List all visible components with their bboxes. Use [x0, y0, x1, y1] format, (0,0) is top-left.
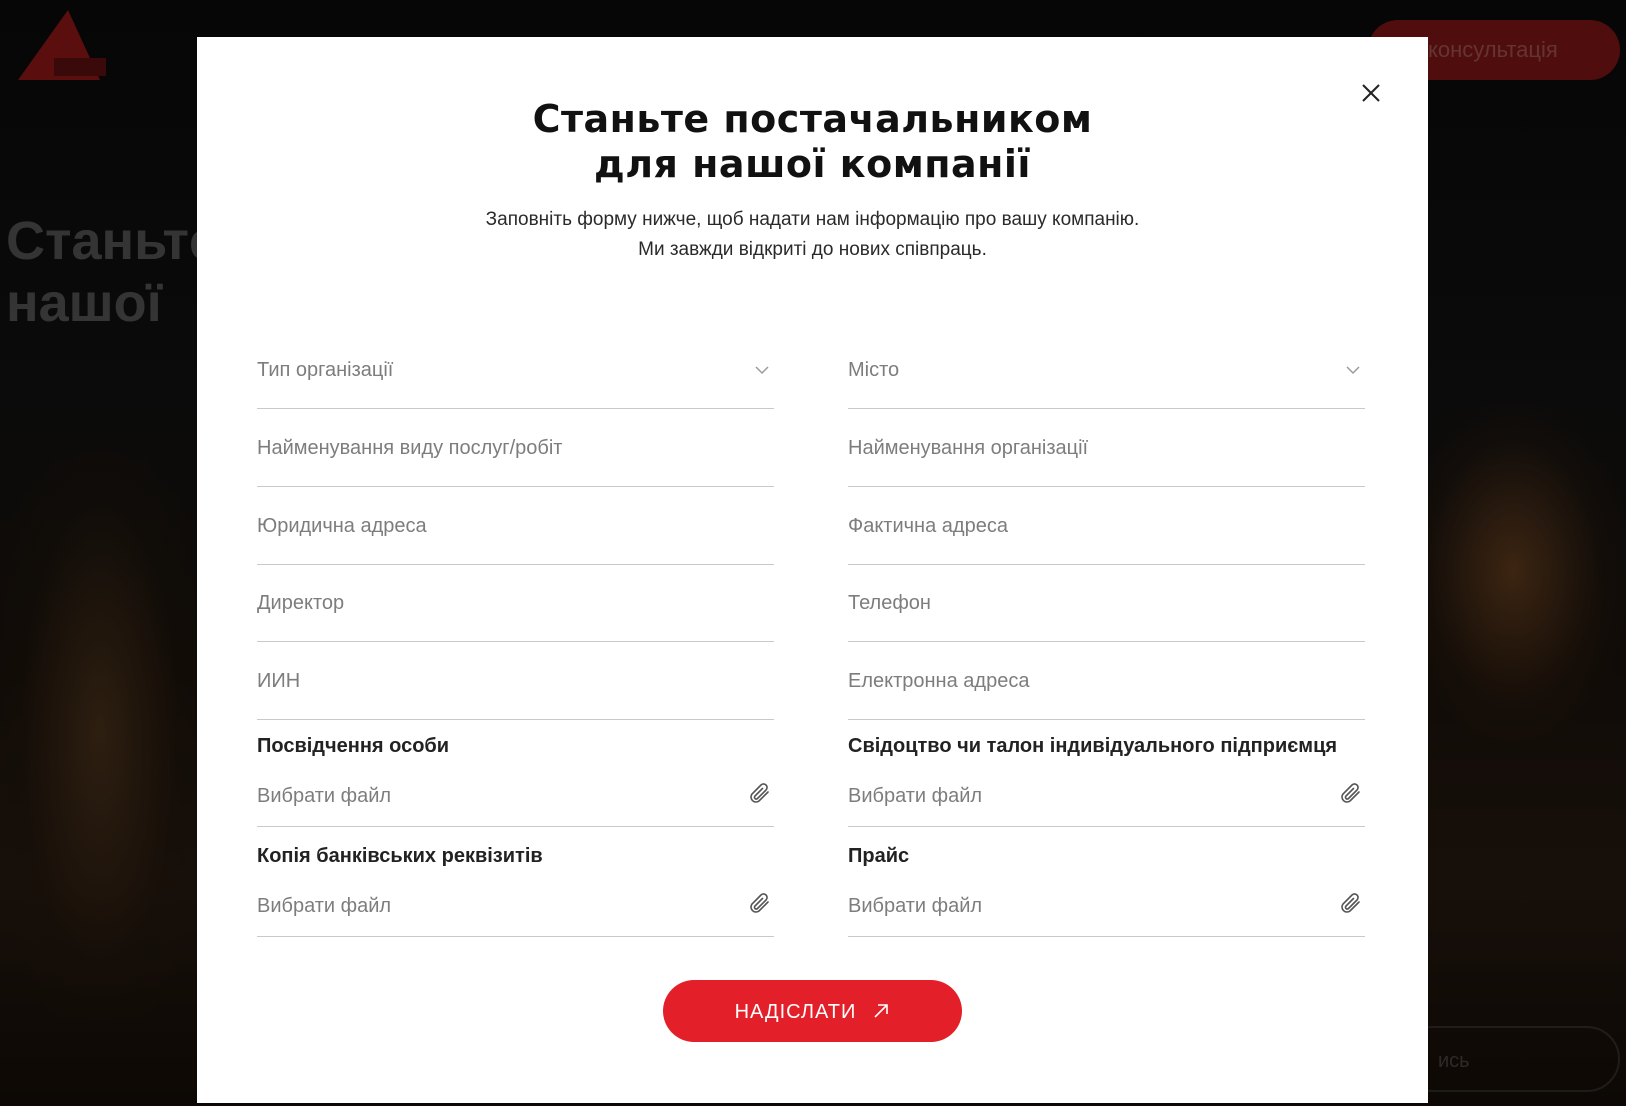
iin-field	[257, 643, 774, 720]
supplier-modal: Станьте постачальником для нашої компані…	[197, 37, 1428, 1103]
iin-input[interactable]	[257, 643, 737, 719]
bank-details-upload[interactable]: Вибрати файл	[257, 878, 774, 937]
paperclip-icon	[1341, 783, 1360, 803]
modal-subtitle: Заповніть форму нижче, щоб надати нам ін…	[485, 209, 1140, 260]
paperclip-icon	[750, 783, 769, 803]
org-name-field	[848, 410, 1365, 487]
id-document-label: Посвідчення особи	[257, 735, 450, 757]
bank-details-label: Копія банківських реквізитів	[257, 845, 543, 867]
choose-file-text: Вибрати файл	[848, 785, 983, 807]
choose-file-text: Вибрати файл	[257, 785, 392, 807]
close-icon	[1362, 84, 1380, 102]
modal-title: Станьте постачальником для нашої компані…	[532, 97, 1093, 186]
city-select[interactable]: Місто	[848, 332, 1365, 409]
price-list-upload[interactable]: Вибрати файл	[848, 878, 1365, 937]
legal-address-field	[257, 488, 774, 565]
choose-file-text: Вибрати файл	[257, 895, 392, 917]
city-select-value[interactable]: Місто	[848, 332, 1365, 408]
director-field	[257, 565, 774, 642]
email-field	[848, 643, 1365, 720]
phone-input[interactable]	[848, 565, 1328, 641]
chevron-down-icon	[1346, 366, 1360, 375]
actual-address-input[interactable]	[848, 488, 1328, 564]
choose-file-text: Вибрати файл	[848, 895, 983, 917]
submit-button-label: НАДІСЛАТИ	[734, 1001, 857, 1023]
arrow-up-right-icon	[874, 1003, 889, 1018]
service-name-field	[257, 410, 774, 487]
paperclip-icon	[1341, 893, 1360, 913]
submit-button[interactable]: НАДІСЛАТИ	[663, 980, 962, 1042]
certificate-label: Свідоцтво чи талон індивідуального підпр…	[848, 735, 1338, 757]
close-button[interactable]	[1356, 78, 1386, 108]
certificate-upload[interactable]: Вибрати файл	[848, 768, 1365, 827]
email-input[interactable]	[848, 643, 1328, 719]
org-type-select[interactable]: Тип організації	[257, 332, 774, 409]
director-input[interactable]	[257, 565, 737, 641]
service-name-input[interactable]	[257, 410, 737, 486]
chevron-down-icon	[755, 366, 769, 375]
price-list-label: Прайс	[848, 845, 910, 867]
phone-field	[848, 565, 1365, 642]
actual-address-field	[848, 488, 1365, 565]
org-name-input[interactable]	[848, 410, 1328, 486]
legal-address-input[interactable]	[257, 488, 737, 564]
paperclip-icon	[750, 893, 769, 913]
org-type-select-value[interactable]: Тип організації	[257, 332, 774, 408]
id-document-upload[interactable]: Вибрати файл	[257, 768, 774, 827]
